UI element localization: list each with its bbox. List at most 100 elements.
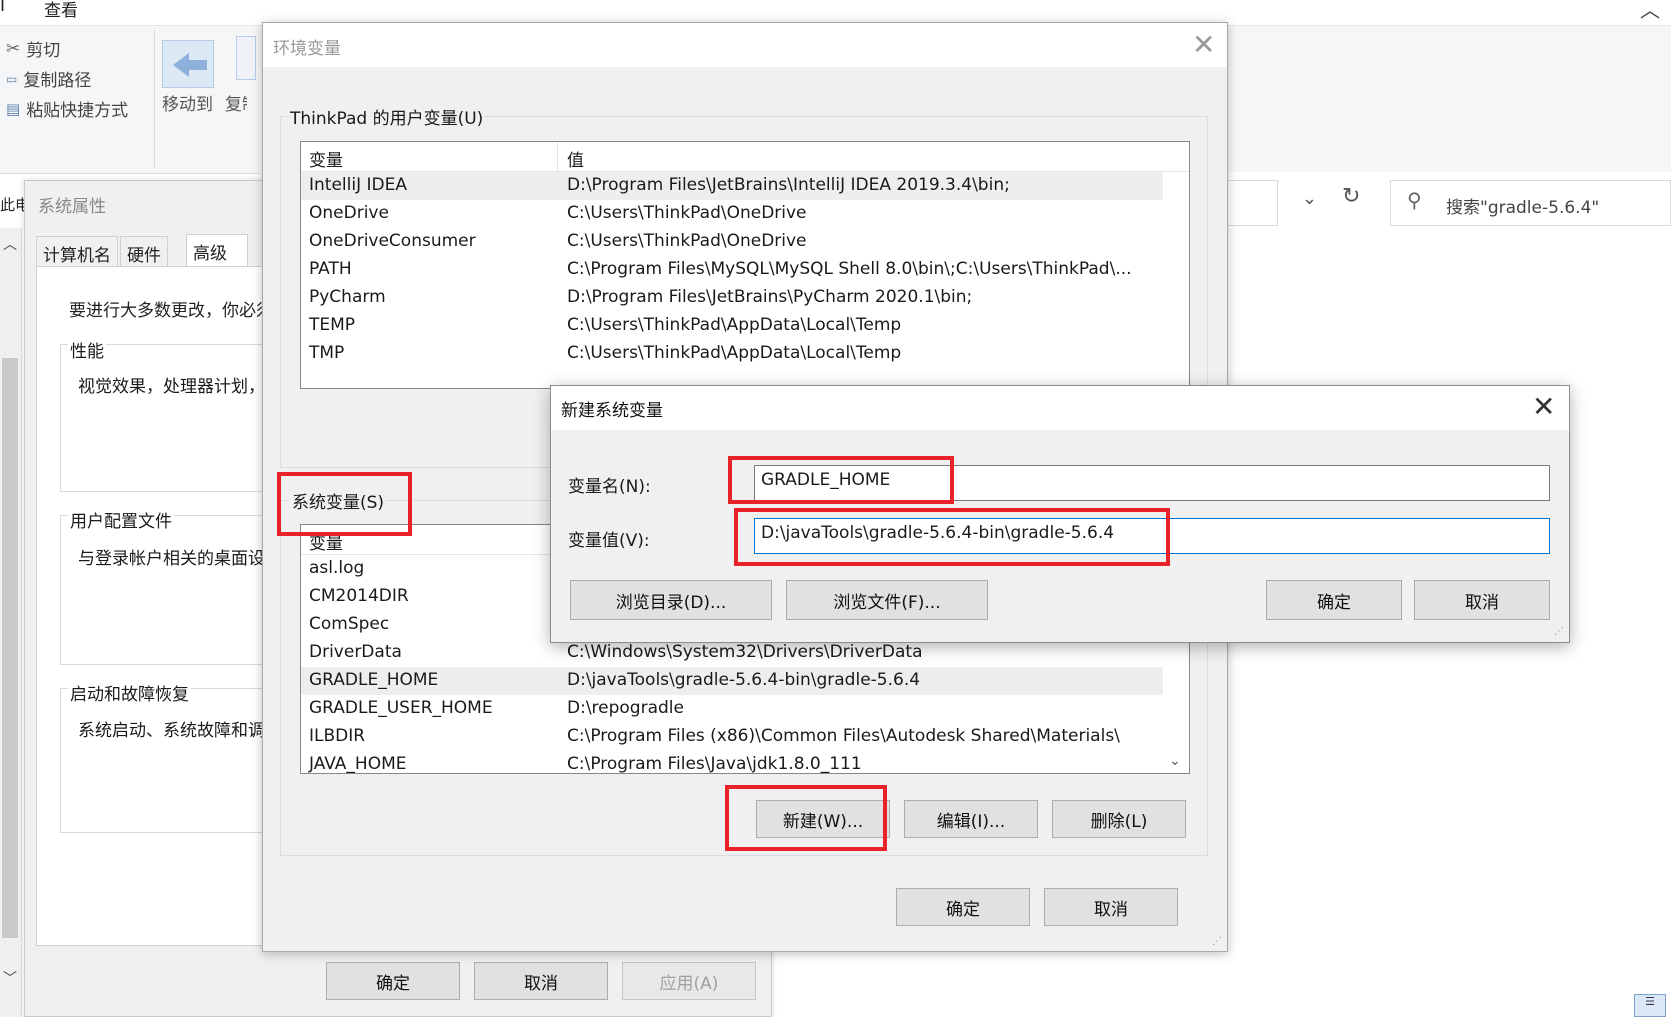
variable-value-cell: C:\Users\ThinkPad\AppData\Local\Temp bbox=[567, 315, 902, 335]
browse-file-button[interactable]: 浏览文件(F)... bbox=[786, 580, 988, 620]
performance-group bbox=[60, 344, 270, 492]
performance-title: 性能 bbox=[68, 337, 106, 362]
variable-value-cell: C:\Program Files\Java\jdk1.8.0_111 bbox=[567, 754, 862, 774]
search-icon: ⚲ bbox=[1407, 188, 1422, 212]
new-var-title-bar bbox=[551, 386, 1569, 430]
variable-value-cell: D:\repogradle bbox=[567, 698, 684, 718]
new-var-ok-button[interactable]: 确定 bbox=[1266, 580, 1402, 620]
variable-name-cell: TEMP bbox=[309, 315, 356, 335]
env-title-bar bbox=[263, 23, 1227, 67]
variable-name-label: 变量名(N): bbox=[568, 477, 651, 497]
column-header-value[interactable]: 值 bbox=[567, 146, 584, 171]
chevron-down-icon[interactable]: ⌄ bbox=[1302, 188, 1317, 209]
details-view-icon[interactable]: ☰ bbox=[1634, 994, 1666, 1017]
delete-variable-button[interactable]: 删除(L) bbox=[1052, 800, 1186, 838]
variable-name-cell: OneDrive bbox=[309, 203, 389, 223]
copy-to-icon[interactable] bbox=[236, 36, 256, 80]
table-row[interactable]: PATH C:\Program Files\MySQL\MySQL Shell 8… bbox=[301, 256, 1163, 284]
table-row[interactable]: OneDriveConsumer C:\Users\ThinkPad\OneDri… bbox=[301, 228, 1163, 256]
copy-to-label[interactable]: 复制到 bbox=[225, 90, 247, 115]
variable-name-cell: DriverData bbox=[309, 642, 402, 662]
chevron-up-icon[interactable]: ︿ bbox=[1640, 0, 1660, 23]
variable-name-cell: IntelliJ IDEA bbox=[309, 175, 407, 195]
copy-path-button[interactable]: ▭ 复制路径 bbox=[6, 66, 91, 91]
scissors-icon: ✂ bbox=[6, 38, 21, 59]
new-var-cancel-button[interactable]: 取消 bbox=[1414, 580, 1550, 620]
ribbon-tab-partial[interactable]: I bbox=[0, 0, 5, 16]
table-row[interactable]: PyCharm D:\Program Files\JetBrains\PyChar… bbox=[301, 284, 1163, 312]
variable-value-cell: C:\Program Files (x86)\Common Files\Auto… bbox=[567, 726, 1120, 746]
move-to-icon[interactable] bbox=[162, 40, 214, 88]
variable-value-cell: C:\Windows\System32\Drivers\DriverData bbox=[567, 642, 923, 662]
env-ok-button[interactable]: 确定 bbox=[896, 888, 1030, 926]
variable-value-cell: D:\Program Files\JetBrains\PyCharm 2020.… bbox=[567, 287, 973, 307]
variable-value-cell: C:\Program Files\MySQL\MySQL Shell 8.0\b… bbox=[567, 259, 1132, 279]
highlight-variable-value bbox=[734, 508, 1170, 566]
column-header-variable[interactable]: 变量 bbox=[309, 146, 343, 171]
startup-recovery-title: 启动和故障恢复 bbox=[68, 680, 191, 705]
sysprop-cancel-button[interactable]: 取消 bbox=[474, 962, 608, 1000]
tab-hardware[interactable]: 硬件 bbox=[120, 236, 168, 270]
refresh-icon[interactable]: ↻ bbox=[1342, 184, 1360, 209]
tab-computer-name[interactable]: 计算机名 bbox=[36, 236, 118, 270]
table-row[interactable]: GRADLE_USER_HOME D:\repogradle bbox=[301, 695, 1163, 723]
close-icon[interactable]: ✕ bbox=[1532, 390, 1555, 423]
table-row[interactable]: DriverData C:\Windows\System32\Drivers\Dr… bbox=[301, 639, 1163, 667]
variable-value-cell: C:\Users\ThinkPad\OneDrive bbox=[567, 203, 807, 223]
user-variables-list[interactable]: 变量 值 IntelliJ IDEA D:\Program Files\JetBr… bbox=[300, 141, 1190, 389]
resize-grip-icon[interactable]: ⋰ bbox=[1212, 936, 1222, 947]
user-profiles-description: 与登录帐户相关的桌面设置 bbox=[78, 549, 268, 569]
user-variables-title: ThinkPad 的用户变量(U) bbox=[288, 104, 486, 129]
highlight-new-button bbox=[725, 785, 887, 851]
user-profiles-title: 用户配置文件 bbox=[68, 507, 174, 532]
edit-variable-button[interactable]: 编辑(I)... bbox=[904, 800, 1038, 838]
user-profiles-group bbox=[60, 515, 270, 665]
table-row[interactable]: JAVA_HOME C:\Program Files\Java\jdk1.8.0_… bbox=[301, 751, 1163, 774]
sysprop-ok-button[interactable]: 确定 bbox=[326, 962, 460, 1000]
resize-grip-icon[interactable]: ⋰ bbox=[1554, 626, 1564, 637]
breadcrumb-this-pc[interactable]: 此电 bbox=[0, 194, 24, 215]
cut-label: 剪切 bbox=[26, 41, 61, 61]
ribbon-tab-view[interactable]: 查看 bbox=[44, 0, 78, 21]
copy-path-label: 复制路径 bbox=[23, 71, 92, 91]
highlight-variable-name bbox=[728, 456, 954, 504]
variable-value-cell: D:\javaTools\gradle-5.6.4-bin\gradle-5.6… bbox=[567, 670, 921, 690]
env-dialog-title: 环境变量 bbox=[273, 39, 341, 59]
column-divider[interactable] bbox=[557, 142, 558, 172]
variable-name-cell: GRADLE_USER_HOME bbox=[309, 698, 493, 718]
variable-name-cell: OneDriveConsumer bbox=[309, 231, 476, 251]
table-row[interactable]: OneDrive C:\Users\ThinkPad\OneDrive bbox=[301, 200, 1163, 228]
variable-value-label: 变量值(V): bbox=[568, 531, 650, 551]
scroll-down-icon[interactable]: ﹀ bbox=[3, 968, 17, 988]
tab-advanced[interactable]: 高级 bbox=[186, 234, 248, 268]
variable-value-cell: C:\Users\ThinkPad\AppData\Local\Temp bbox=[567, 343, 902, 363]
system-properties-title: 系统属性 bbox=[38, 197, 106, 217]
cut-button[interactable]: ✂ 剪切 bbox=[6, 36, 61, 62]
paste-shortcut-button[interactable]: ▤ 粘贴快捷方式 bbox=[6, 96, 128, 122]
search-input[interactable]: 搜索"gradle-5.6.4" bbox=[1446, 193, 1599, 218]
highlight-system-variables bbox=[277, 472, 412, 536]
admin-notice: 要进行大多数更改，你必须作为管理员登录。 bbox=[69, 301, 267, 321]
ribbon-divider bbox=[154, 30, 155, 168]
variable-name-cell: ComSpec bbox=[309, 614, 390, 634]
close-icon[interactable]: ✕ bbox=[1192, 28, 1215, 61]
variable-name-cell: PATH bbox=[309, 259, 352, 279]
scrollbar-thumb[interactable] bbox=[2, 358, 18, 938]
table-row[interactable]: GRADLE_HOME D:\javaTools\gradle-5.6.4-bin… bbox=[301, 667, 1163, 695]
table-row[interactable]: TMP C:\Users\ThinkPad\AppData\Local\Temp bbox=[301, 340, 1163, 368]
browse-directory-button[interactable]: 浏览目录(D)... bbox=[570, 580, 772, 620]
scroll-down-icon[interactable]: ⌄ bbox=[1169, 753, 1181, 769]
table-row[interactable]: ILBDIR C:\Program Files (x86)\Common File… bbox=[301, 723, 1163, 751]
env-cancel-button[interactable]: 取消 bbox=[1044, 888, 1178, 926]
table-row[interactable]: TEMP C:\Users\ThinkPad\AppData\Local\Temp bbox=[301, 312, 1163, 340]
startup-recovery-group bbox=[60, 688, 270, 833]
performance-description: 视觉效果，处理器计划，内存使用，以及虚拟内存 bbox=[78, 377, 268, 397]
copy-path-icon: ▭ bbox=[6, 71, 18, 86]
scroll-up-icon[interactable]: ︿ bbox=[3, 234, 17, 254]
paste-shortcut-icon: ▤ bbox=[6, 99, 21, 118]
list-header: 变量 值 bbox=[301, 142, 1189, 172]
startup-recovery-description: 系统启动、系统故障和调试信息 bbox=[78, 721, 268, 741]
table-row[interactable]: IntelliJ IDEA D:\Program Files\JetBrains\… bbox=[301, 172, 1163, 200]
move-to-label[interactable]: 移动到 bbox=[162, 90, 213, 115]
sysprop-apply-button[interactable]: 应用(A) bbox=[622, 962, 756, 1000]
